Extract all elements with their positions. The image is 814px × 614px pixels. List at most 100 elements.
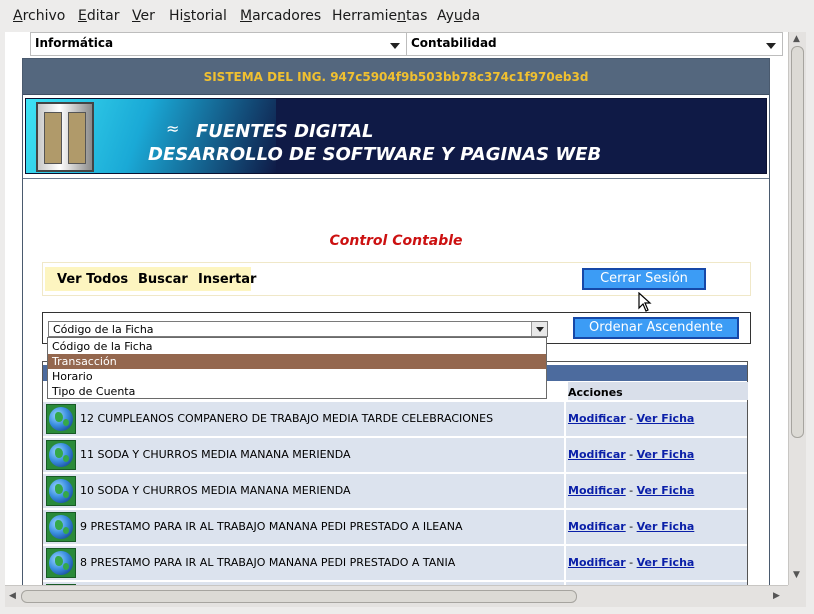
globe-graphic: [49, 551, 73, 575]
banner-line-2: DESARROLLO DE SOFTWARE Y PAGINAS WEB: [148, 144, 602, 165]
category-select-contabilidad[interactable]: Contabilidad: [406, 32, 783, 56]
link-separator: -: [625, 484, 637, 497]
system-title: SISTEMA DEL ING. 947c5904f9b503bb78c374c…: [203, 70, 589, 84]
main-frame: SISTEMA DEL ING. 947c5904f9b503bb78c374c…: [22, 58, 770, 585]
chevron-down-icon: [390, 43, 400, 49]
row-description: 12 CUMPLEANOS COMPANERO DE TRABAJO MEDIA…: [80, 412, 494, 425]
ver-ficha-link[interactable]: Ver Ficha: [637, 448, 695, 461]
globe-graphic: [49, 443, 73, 467]
row-actions: Modificar - Ver Ficha: [568, 412, 694, 425]
order-field-select[interactable]: Código de la Ficha: [48, 321, 548, 337]
link-separator: -: [625, 520, 637, 533]
menu-item-marcadores[interactable]: Marcadores: [240, 8, 321, 24]
row-description-cell: 8 PRESTAMO PARA IR AL TRABAJO MANANA PED…: [43, 546, 565, 580]
category-select-label: Contabilidad: [411, 36, 497, 50]
dropdown-option[interactable]: Horario: [48, 369, 546, 384]
door-pane: [44, 112, 62, 164]
order-field-dropdown: Código de la Ficha Transacción Horario Tipo…: [47, 337, 547, 399]
modificar-link[interactable]: Modificar: [568, 556, 626, 569]
menu-item-editar[interactable]: Editar: [78, 8, 119, 24]
menu-item-ver[interactable]: Ver: [132, 8, 155, 24]
ordenar-ascendente-button[interactable]: Ordenar Ascendente: [573, 317, 739, 339]
buscar-link[interactable]: Buscar: [138, 272, 188, 287]
row-actions: Modificar - Ver Ficha: [568, 448, 694, 461]
scroll-up-icon[interactable]: ▲: [793, 34, 800, 44]
actions-column-header: Acciones: [568, 382, 748, 400]
row-actions: Modificar - Ver Ficha: [568, 484, 694, 497]
page-title: Control Contable: [329, 233, 463, 249]
globe-graphic: [49, 479, 73, 503]
table-row: 12 CUMPLEANOS COMPANERO DE TRABAJO MEDIA…: [43, 402, 747, 436]
modificar-link[interactable]: Modificar: [568, 448, 626, 461]
table-row: 11 SODA Y CHURROS MEDIA MANANA MERIENDA M…: [43, 438, 747, 472]
ver-ficha-link[interactable]: Ver Ficha: [637, 520, 695, 533]
ver-ficha-link[interactable]: Ver Ficha: [637, 412, 695, 425]
row-description: 8 PRESTAMO PARA IR AL TRABAJO MANANA PED…: [80, 556, 456, 569]
dropdown-option[interactable]: Transacción: [48, 354, 546, 369]
horizontal-scroll-thumb[interactable]: [21, 590, 577, 603]
row-actions-cell: Modificar - Ver Ficha: [566, 474, 747, 508]
menu-item-archivo[interactable]: Archivo: [13, 8, 65, 24]
table-row: 10 SODA Y CHURROS MEDIA MANANA MERIENDA M…: [43, 474, 747, 508]
ver-todos-link[interactable]: Ver Todos: [57, 272, 128, 287]
system-title-bar: SISTEMA DEL ING. 947c5904f9b503bb78c374c…: [23, 59, 769, 95]
menu-bar: Archivo Editar Ver Historial Marcadores Herra…: [0, 0, 814, 32]
action-links: Ver Todos Buscar Insertar: [45, 267, 256, 291]
door-logo-icon: [36, 102, 94, 172]
category-select-informatica[interactable]: Informática: [30, 32, 407, 56]
scrollbar-corner: [788, 585, 806, 607]
door-pane: [68, 112, 86, 164]
link-separator: -: [625, 556, 637, 569]
globe-graphic: [49, 515, 73, 539]
cerrar-sesion-button[interactable]: Cerrar Sesión: [582, 268, 706, 290]
globe-icon: [46, 512, 76, 542]
row-description-cell: 12 CUMPLEANOS COMPANERO DE TRABAJO MEDIA…: [43, 402, 565, 436]
divider: [23, 178, 769, 179]
vertical-scrollbar[interactable]: ▲ ▼: [788, 32, 806, 585]
globe-icon: [46, 548, 76, 578]
link-separator: -: [625, 448, 637, 461]
category-select-label: Informática: [35, 36, 114, 50]
menu-item-ayuda[interactable]: Ayuda: [437, 8, 480, 24]
dropdown-button[interactable]: [531, 322, 547, 336]
menu-item-historial[interactable]: Historial: [169, 8, 227, 24]
insertar-link[interactable]: Insertar: [198, 272, 256, 287]
dropdown-option[interactable]: Tipo de Cuenta: [48, 384, 546, 399]
row-description: 9 PRESTAMO PARA IR AL TRABAJO MANANA PED…: [80, 520, 463, 533]
chevron-down-icon: [766, 43, 776, 49]
row-description: 11 SODA Y CHURROS MEDIA MANANA MERIENDA: [80, 448, 351, 461]
row-actions-cell: Modificar - Ver Ficha: [566, 402, 747, 436]
ver-ficha-link[interactable]: Ver Ficha: [637, 484, 695, 497]
browser-viewport: Informática Contabilidad SISTEMA DEL ING…: [5, 32, 788, 585]
row-description-cell: 11 SODA Y CHURROS MEDIA MANANA MERIENDA: [43, 438, 565, 472]
row-actions: Modificar - Ver Ficha: [568, 556, 694, 569]
ver-ficha-link[interactable]: Ver Ficha: [637, 556, 695, 569]
globe-icon: [46, 440, 76, 470]
row-description-cell: 10 SODA Y CHURROS MEDIA MANANA MERIENDA: [43, 474, 565, 508]
row-actions-cell: Modificar - Ver Ficha: [566, 438, 747, 472]
scroll-down-icon[interactable]: ▼: [793, 570, 800, 580]
action-bar: Ver Todos Buscar Insertar Cerrar Sesión: [42, 262, 751, 296]
chevron-down-icon: [536, 327, 544, 332]
row-actions-cell: Modificar - Ver Ficha: [566, 510, 747, 544]
globe-icon: [46, 404, 76, 434]
scroll-right-icon[interactable]: ▶: [773, 591, 780, 601]
row-description: 10 SODA Y CHURROS MEDIA MANANA MERIENDA: [80, 484, 351, 497]
row-actions: Modificar - Ver Ficha: [568, 520, 694, 533]
globe-icon: [46, 476, 76, 506]
dropdown-option[interactable]: Código de la Ficha: [48, 339, 546, 354]
order-field-value: Código de la Ficha: [53, 323, 154, 336]
vertical-scroll-thumb[interactable]: [791, 46, 804, 438]
globe-graphic: [49, 407, 73, 431]
row-description-cell: 9 PRESTAMO PARA IR AL TRABAJO MANANA PED…: [43, 510, 565, 544]
modificar-link[interactable]: Modificar: [568, 484, 626, 497]
mouse-pointer-icon: [638, 292, 652, 312]
horizontal-scrollbar[interactable]: ◀ ▶: [5, 585, 788, 607]
table-row: 9 PRESTAMO PARA IR AL TRABAJO MANANA PED…: [43, 510, 747, 544]
banner-line-1: FUENTES DIGITAL: [196, 121, 374, 142]
scroll-left-icon[interactable]: ◀: [9, 591, 16, 601]
modificar-link[interactable]: Modificar: [568, 520, 626, 533]
table-row: 8 PRESTAMO PARA IR AL TRABAJO MANANA PED…: [43, 546, 747, 580]
menu-item-herramientas[interactable]: Herramientas: [332, 8, 427, 24]
modificar-link[interactable]: Modificar: [568, 412, 626, 425]
